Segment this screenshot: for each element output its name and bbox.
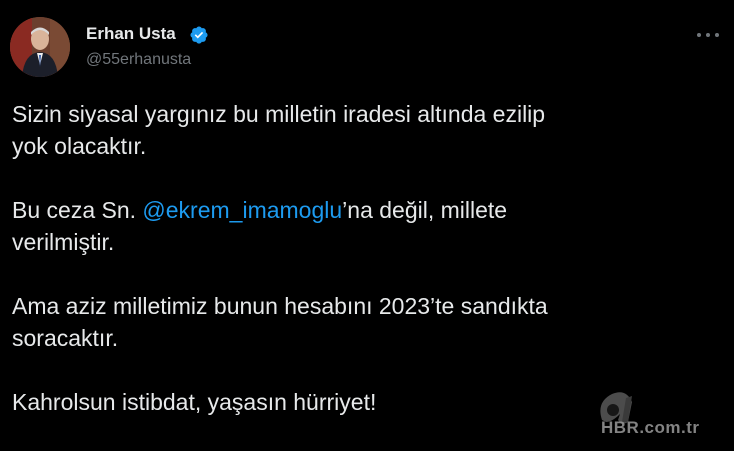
- tweet-line: Bu ceza Sn.: [12, 197, 143, 223]
- watermark-text: HBR.com.tr: [601, 418, 700, 437]
- tweet-paragraph: Ama aziz milletimiz bunun hesabını 2023’…: [12, 290, 712, 354]
- tweet-line: Sizin siyasal yargınız bu milletin irade…: [12, 101, 546, 127]
- tweet-text: Sizin siyasal yargınız bu milletin irade…: [12, 98, 712, 418]
- tweet-paragraph: Sizin siyasal yargınız bu milletin irade…: [12, 98, 712, 162]
- more-options-icon[interactable]: [693, 25, 723, 45]
- tweet-paragraph: Bu ceza Sn. @ekrem_imamoglu’na değil, mi…: [12, 194, 712, 258]
- author-name[interactable]: Erhan Usta: [86, 24, 176, 44]
- tweet-line: soracaktır.: [12, 325, 119, 351]
- tweet-line: yok olacaktır.: [12, 133, 147, 159]
- tweet-line: Ama aziz milletimiz bunun hesabını 2023’…: [12, 293, 548, 319]
- author-handle[interactable]: @55erhanusta: [86, 51, 191, 69]
- tweet-line: ’na değil, millete: [342, 197, 508, 223]
- verified-badge-icon: [190, 26, 208, 44]
- mention-link[interactable]: @ekrem_imamoglu: [142, 197, 342, 223]
- avatar[interactable]: [10, 17, 70, 77]
- tweet: Erhan Usta @55erhanusta Sizin siyasal ya…: [0, 0, 734, 451]
- tweet-line: verilmiştir.: [12, 229, 115, 255]
- tweet-line: Kahrolsun istibdat, yaşasın hürriyet!: [12, 389, 377, 415]
